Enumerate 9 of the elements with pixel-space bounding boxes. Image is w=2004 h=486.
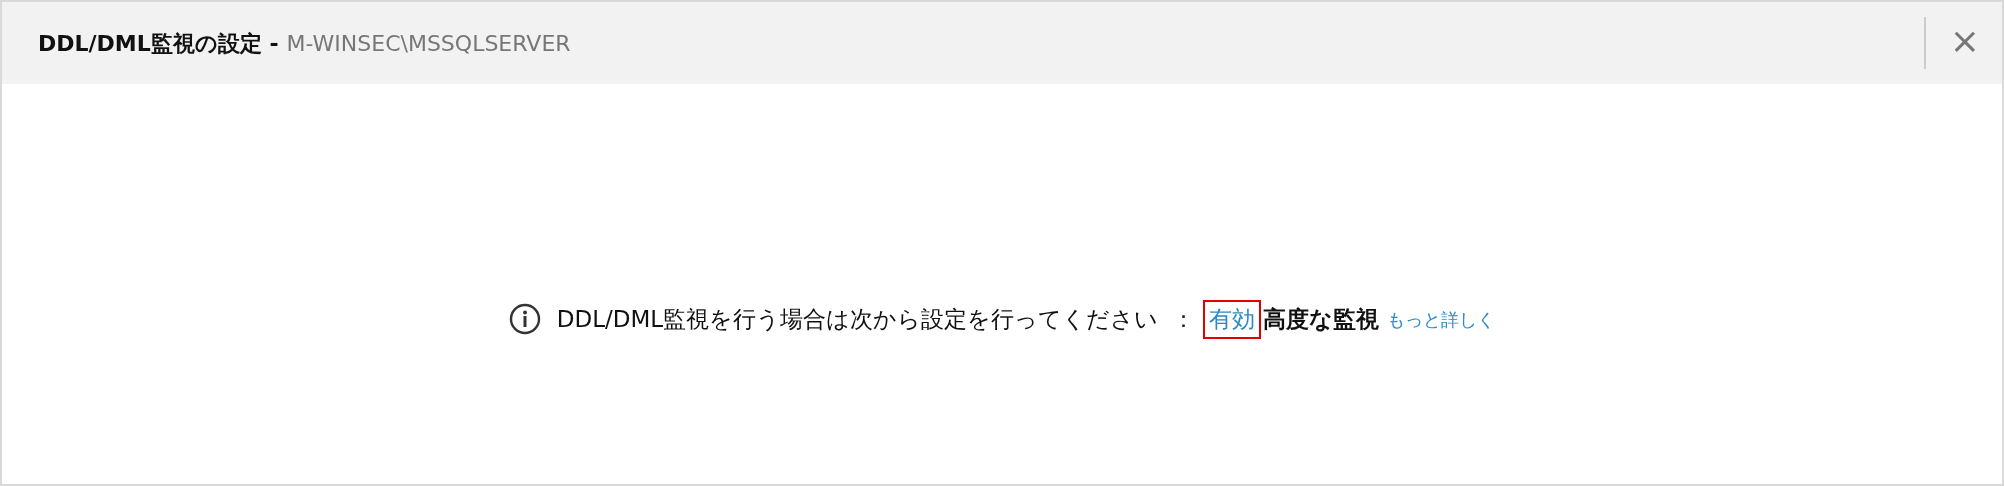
enable-link[interactable]: 有効 — [1203, 300, 1262, 339]
learn-more-link[interactable]: もっと詳しく — [1387, 305, 1496, 333]
close-button[interactable]: × — [1925, 23, 2002, 63]
separator: ： — [1172, 305, 1196, 334]
info-icon — [508, 303, 541, 336]
feature-name: 高度な監視 — [1263, 305, 1380, 334]
server-name: M-WINSEC\MSSQLSERVER — [286, 29, 571, 58]
info-message: DDL/DML監視を行う場合は次から設定を行ってください — [556, 305, 1159, 334]
dialog-title: DDL/DML監視の設定 - — [38, 29, 279, 58]
